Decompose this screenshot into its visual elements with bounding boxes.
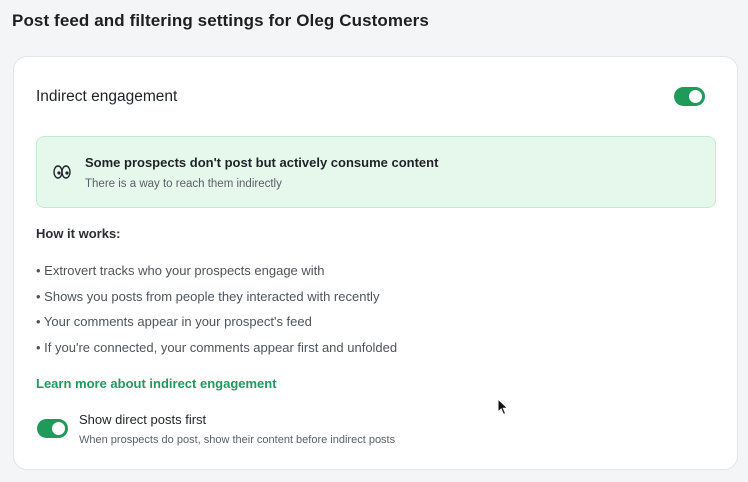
list-item: • Extrovert tracks who your prospects en…: [36, 263, 325, 278]
indirect-engagement-title: Indirect engagement: [36, 88, 178, 105]
info-banner-title: Some prospects don't post but actively c…: [85, 155, 439, 170]
how-it-works-title: How it works:: [36, 226, 121, 241]
info-banner-subtitle: There is a way to reach them indirectly: [85, 178, 282, 190]
show-direct-posts-title: Show direct posts first: [79, 412, 207, 427]
show-direct-posts-toggle[interactable]: [37, 419, 68, 438]
show-direct-posts-subtitle: When prospects do post, show their conte…: [79, 434, 396, 446]
mouse-cursor-icon: [497, 398, 509, 416]
how-it-works-list: • Extrovert tracks who your prospects en…: [36, 263, 397, 366]
settings-card: Indirect engagement Some prospects don't…: [13, 56, 738, 470]
info-banner: Some prospects don't post but actively c…: [36, 136, 716, 208]
toggle-knob: [52, 422, 65, 435]
list-item: • Your comments appear in your prospect'…: [36, 314, 312, 330]
eyes-icon: [53, 165, 71, 179]
indirect-engagement-toggle[interactable]: [674, 87, 705, 106]
toggle-knob: [689, 90, 702, 103]
learn-more-link[interactable]: Learn more about indirect engagement: [36, 376, 277, 391]
list-item: • Shows you posts from people they inter…: [36, 288, 380, 304]
list-item: • If you're connected, your comments app…: [36, 340, 398, 356]
page-title: Post feed and filtering settings for Ole…: [12, 11, 429, 30]
